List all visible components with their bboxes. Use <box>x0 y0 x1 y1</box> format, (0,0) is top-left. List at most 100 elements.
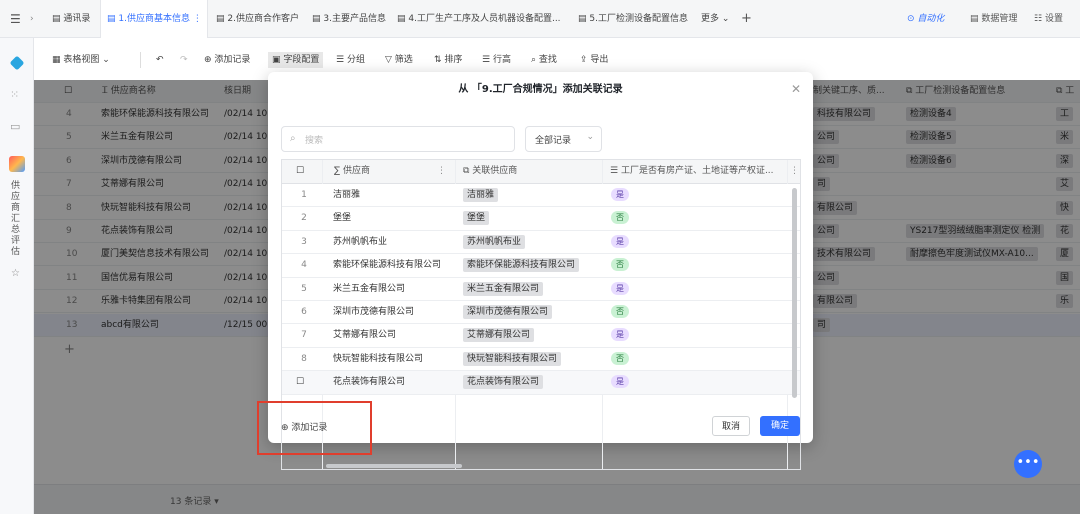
property-cert-cell[interactable]: 否 <box>611 207 629 230</box>
property-cert-cell[interactable]: 否 <box>611 348 629 371</box>
header-linked-supplier[interactable]: ⧉ 关联供应商 <box>463 160 517 183</box>
row-number: 5 <box>301 283 307 294</box>
link-icon: ⧉ <box>463 166 473 176</box>
supplier-cell[interactable]: 快玩智能科技有限公司 <box>333 348 453 371</box>
filter-value: 全部记录 <box>535 136 572 146</box>
property-cert-cell[interactable]: 否 <box>611 301 629 324</box>
table-icon: ▦ <box>52 55 64 65</box>
cancel-button[interactable]: 取消 <box>712 416 750 436</box>
undo-icon[interactable]: ↶ <box>156 52 164 68</box>
status-badge: 是 <box>611 375 629 389</box>
close-icon[interactable]: ✕ <box>791 82 801 96</box>
help-float-button[interactable]: ••• <box>1014 450 1042 478</box>
linked-supplier-cell[interactable]: 索能环保能源科技有限公司 <box>463 254 598 277</box>
row-number: 3 <box>301 236 307 247</box>
export-button[interactable]: ⇪ 导出 <box>580 52 608 68</box>
search-icon: ⌕ <box>531 55 539 65</box>
tab-contacts[interactable]: ▤ 通讯录 <box>52 0 90 38</box>
more-tabs-button[interactable]: 更多 ⌄ <box>701 0 729 38</box>
linked-supplier-cell[interactable]: 洁丽雅 <box>463 184 598 207</box>
linked-tag: 苏州帆帆布业 <box>463 234 526 249</box>
record-filter-select[interactable]: 全部记录 ⌄ <box>525 126 602 152</box>
tab-main-products[interactable]: ▤ 3.主要产品信息 <box>312 0 386 38</box>
data-management-button[interactable]: ▤ 数据管理 <box>970 0 1017 38</box>
horizontal-scrollbar[interactable] <box>326 464 462 468</box>
property-cert-cell[interactable]: 是 <box>611 231 629 254</box>
cube-icon[interactable] <box>9 55 25 71</box>
linked-supplier-cell[interactable]: 深圳市茂德有限公司 <box>463 301 598 324</box>
view-selector[interactable]: ▦ 表格视图 ⌄ <box>52 52 110 68</box>
linked-supplier-cell[interactable]: 花点装饰有限公司 <box>463 371 598 394</box>
menu-icon[interactable]: ☰ <box>10 0 28 38</box>
table-row[interactable]: 4 索能环保能源科技有限公司 索能环保能源科技有限公司 否 <box>282 254 800 278</box>
add-tab-icon[interactable]: + <box>741 0 752 38</box>
linked-supplier-cell[interactable]: 艾蒂娜有限公司 <box>463 324 598 347</box>
formula-icon: ∑ <box>334 166 343 176</box>
search-icon: ⌕ <box>290 133 296 144</box>
supplier-cell[interactable]: 索能环保能源科技有限公司 <box>333 254 453 277</box>
app-label[interactable]: 供应商汇总评估 <box>11 181 23 258</box>
header-property-cert[interactable]: ☰ 工厂是否有房产证、土地证等产权证... <box>610 160 780 183</box>
filter-button[interactable]: ▽ 筛选 <box>385 52 413 68</box>
row-checkbox[interactable]: ☐ <box>296 371 304 394</box>
linked-supplier-cell[interactable]: 米兰五金有限公司 <box>463 278 598 301</box>
supplier-cell[interactable]: 洁丽雅 <box>333 184 453 207</box>
field-config-button[interactable]: ▣ 字段配置 <box>268 52 324 68</box>
tab-supplier-customers[interactable]: ▤ 2.供应商合作客户 <box>216 0 299 38</box>
find-button[interactable]: ⌕ 查找 <box>531 52 557 68</box>
star-icon[interactable]: ☆ <box>11 268 20 279</box>
table-row[interactable]: 3 苏州帆帆布业 苏州帆帆布业 是 <box>282 230 800 255</box>
confirm-button[interactable]: 确定 <box>760 416 800 436</box>
chevron-down-icon: ⌄ <box>721 14 730 24</box>
select-all-checkbox[interactable]: ☐ <box>296 160 304 183</box>
sort-button[interactable]: ⇅ 排序 <box>434 52 462 68</box>
linked-supplier-cell[interactable]: 苏州帆帆布业 <box>463 231 598 254</box>
table-row[interactable]: 6 深圳市茂德有限公司 深圳市茂德有限公司 否 <box>282 301 800 325</box>
doc-icon: ▤ <box>578 14 590 24</box>
property-cert-cell[interactable]: 是 <box>611 184 629 207</box>
expand-sidebar-icon[interactable]: › <box>30 0 44 38</box>
supplier-cell[interactable]: 堡堡 <box>333 207 453 230</box>
table-row[interactable]: 1 洁丽雅 洁丽雅 是 <box>282 184 800 208</box>
more-options-icon[interactable]: ⋮ <box>193 14 202 24</box>
linked-tag: 艾蒂娜有限公司 <box>463 328 535 343</box>
grid-dots-icon[interactable]: ⁙ <box>10 88 19 101</box>
app-icon[interactable] <box>9 156 25 172</box>
status-badge: 否 <box>611 211 629 225</box>
automation-button[interactable]: ⊙ 自动化 <box>907 0 944 38</box>
linked-supplier-cell[interactable]: 快玩智能科技有限公司 <box>463 348 598 371</box>
supplier-cell[interactable]: 艾蒂娜有限公司 <box>333 324 453 347</box>
search-input[interactable]: ⌕ 搜索 <box>281 126 515 152</box>
table-row[interactable]: 2 堡堡 堡堡 否 <box>282 207 800 231</box>
add-record-button[interactable]: ⊕ 添加记录 <box>204 52 250 68</box>
tab-factory-testing[interactable]: ▤ 5.工厂检测设备配置信息 <box>578 0 688 38</box>
status-badge: 是 <box>611 328 629 342</box>
settings-button[interactable]: ☷ 设置 <box>1034 0 1063 38</box>
row-number: 4 <box>301 260 307 271</box>
supplier-cell[interactable]: 深圳市茂德有限公司 <box>333 301 453 324</box>
property-cert-cell[interactable]: 是 <box>611 371 629 394</box>
header-supplier[interactable]: ∑ 供应商 <box>334 160 370 183</box>
status-badge: 是 <box>611 281 629 295</box>
supplier-cell[interactable]: 苏州帆帆布业 <box>333 231 453 254</box>
column-menu-icon[interactable]: ⋮ <box>437 160 446 183</box>
table-row[interactable]: 5 米兰五金有限公司 米兰五金有限公司 是 <box>282 277 800 301</box>
column-menu-icon[interactable]: ⋮ <box>790 160 799 183</box>
redo-icon[interactable]: ↷ <box>180 52 188 68</box>
supplier-cell[interactable]: 花点装饰有限公司 <box>333 371 453 394</box>
folder-icon[interactable]: ▭ <box>10 120 20 133</box>
tab-supplier-basic[interactable]: ▤ 1.供应商基本信息 ⋮ <box>100 0 208 39</box>
table-row[interactable]: 8 快玩智能科技有限公司 快玩智能科技有限公司 否 <box>282 347 800 372</box>
table-row[interactable]: 7 艾蒂娜有限公司 艾蒂娜有限公司 是 <box>282 324 800 348</box>
property-cert-cell[interactable]: 否 <box>611 254 629 277</box>
vertical-scrollbar[interactable] <box>792 188 797 398</box>
row-height-button[interactable]: ☰ 行高 <box>482 52 511 68</box>
tab-factory-process[interactable]: ▤ 4.工厂生产工序及人员机器设备配置... <box>397 0 567 38</box>
group-button[interactable]: ☰ 分组 <box>336 52 365 68</box>
property-cert-cell[interactable]: 是 <box>611 278 629 301</box>
property-cert-cell[interactable]: 是 <box>611 324 629 347</box>
linked-supplier-cell[interactable]: 堡堡 <box>463 207 598 230</box>
table-row[interactable]: ☐ 花点装饰有限公司 花点装饰有限公司 是 <box>282 371 800 395</box>
modal-title: 从 「9.工厂合规情况」添加关联记录 <box>458 84 623 95</box>
supplier-cell[interactable]: 米兰五金有限公司 <box>333 278 453 301</box>
